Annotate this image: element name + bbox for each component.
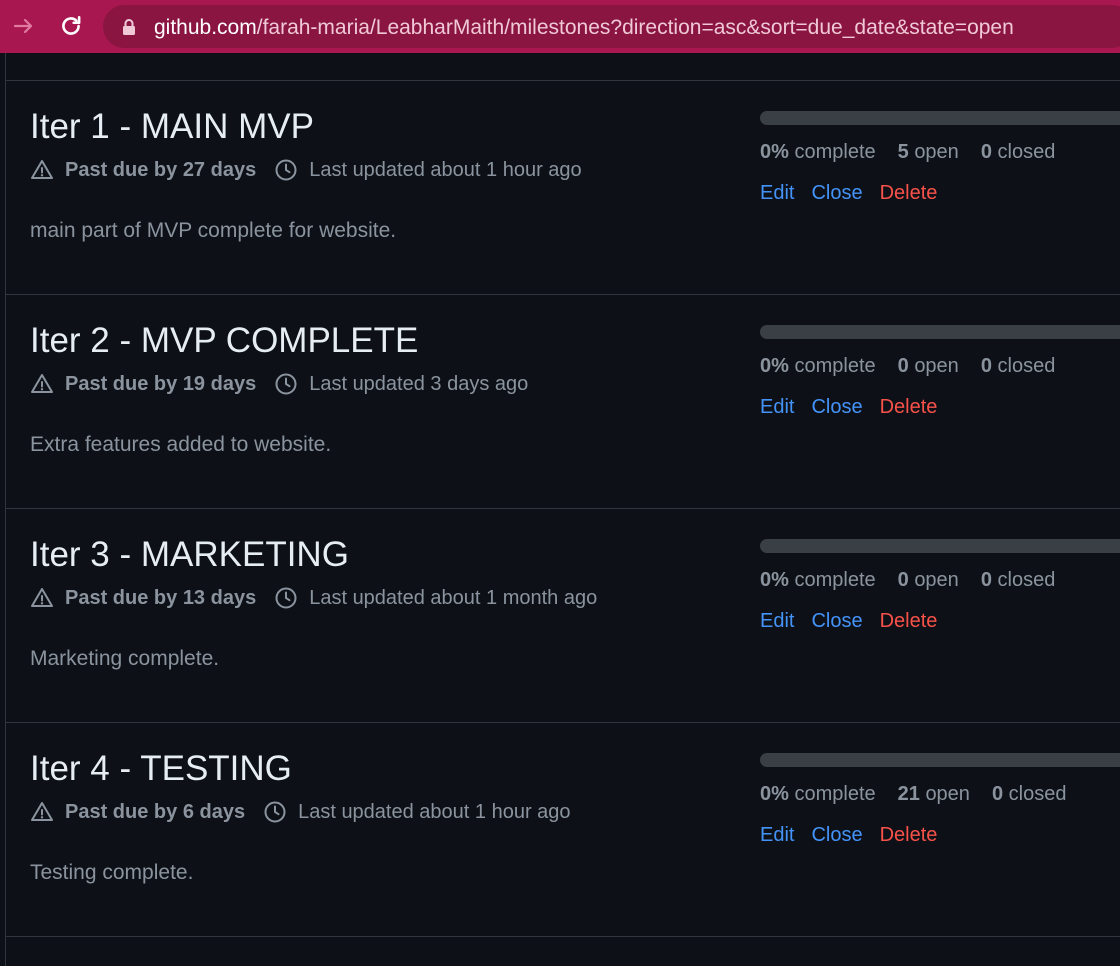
milestone-actions: Edit Close Delete	[760, 608, 954, 634]
open-count[interactable]: 5 open	[898, 141, 959, 164]
delete-link[interactable]: Delete	[880, 396, 938, 419]
close-link[interactable]: Close	[811, 396, 862, 419]
clock-icon	[263, 800, 287, 824]
percent-complete: 0% complete	[760, 568, 876, 591]
alert-triangle-icon	[30, 586, 54, 610]
milestone-description: main part of MVP complete for website.	[30, 219, 397, 242]
reload-icon[interactable]	[53, 8, 89, 44]
milestone-stats: 0% complete 0 open 0 closed	[760, 567, 1077, 593]
past-due-text: Past due by 6 days	[65, 800, 246, 823]
forward-arrow-icon[interactable]	[6, 8, 42, 44]
edit-link[interactable]: Edit	[760, 610, 794, 633]
past-due-text: Past due by 13 days	[65, 586, 257, 609]
progress-bar	[760, 753, 1120, 767]
milestone-item: Iter 3 - MARKETING Past due by 13 days L…	[6, 509, 1120, 723]
last-updated-text: Last updated about 1 month ago	[309, 586, 598, 609]
last-updated-text: Last updated 3 days ago	[309, 372, 529, 395]
alert-triangle-icon	[30, 158, 54, 182]
lock-icon[interactable]	[121, 18, 137, 41]
milestone-meta: Past due by 6 days Last updated about 1 …	[30, 799, 571, 825]
url-host: github.com	[154, 16, 257, 39]
alert-triangle-icon	[30, 372, 54, 396]
close-link[interactable]: Close	[811, 182, 862, 205]
milestone-stats: 0% complete 0 open 0 closed	[760, 353, 1077, 379]
progress-bar	[760, 539, 1120, 553]
open-count[interactable]: 0 open	[898, 355, 959, 378]
milestone-actions: Edit Close Delete	[760, 180, 954, 206]
edit-link[interactable]: Edit	[760, 824, 794, 847]
last-updated-text: Last updated about 1 hour ago	[309, 158, 582, 181]
milestone-title[interactable]: Iter 1 - MAIN MVP	[30, 107, 314, 147]
milestone-title[interactable]: Iter 2 - MVP COMPLETE	[30, 321, 418, 361]
close-link[interactable]: Close	[811, 610, 862, 633]
delete-link[interactable]: Delete	[880, 182, 938, 205]
closed-count[interactable]: 0 closed	[992, 783, 1067, 806]
milestone-meta: Past due by 19 days Last updated 3 days …	[30, 371, 528, 397]
url-text: github.com/farah-maria/LeabharMaith/mile…	[154, 16, 1014, 40]
milestone-title[interactable]: Iter 4 - TESTING	[30, 749, 292, 789]
percent-complete: 0% complete	[760, 354, 876, 377]
milestone-item: Iter 1 - MAIN MVP Past due by 27 days La…	[6, 81, 1120, 295]
url-path: /farah-maria/LeabharMaith/milestones?dir…	[256, 16, 1014, 39]
milestone-description: Testing complete.	[30, 861, 194, 884]
milestone-title[interactable]: Iter 3 - MARKETING	[30, 535, 349, 575]
clock-icon	[274, 158, 298, 182]
milestone-actions: Edit Close Delete	[760, 394, 954, 420]
closed-count[interactable]: 0 closed	[981, 141, 1056, 164]
browser-toolbar: github.com/farah-maria/LeabharMaith/mile…	[0, 0, 1120, 53]
past-due-text: Past due by 27 days	[65, 158, 257, 181]
milestone-meta: Past due by 27 days Last updated about 1…	[30, 157, 582, 183]
delete-link[interactable]: Delete	[880, 824, 938, 847]
progress-bar	[760, 111, 1120, 125]
open-count[interactable]: 0 open	[898, 569, 959, 592]
milestone-item: Iter 4 - TESTING Past due by 6 days Last…	[6, 723, 1120, 937]
last-updated-text: Last updated about 1 hour ago	[298, 800, 571, 823]
percent-complete: 0% complete	[760, 140, 876, 163]
closed-count[interactable]: 0 closed	[981, 355, 1056, 378]
progress-bar	[760, 325, 1120, 339]
edit-link[interactable]: Edit	[760, 396, 794, 419]
clock-icon	[274, 586, 298, 610]
milestone-meta: Past due by 13 days Last updated about 1…	[30, 585, 597, 611]
past-due-text: Past due by 19 days	[65, 372, 257, 395]
alert-triangle-icon	[30, 800, 54, 824]
close-link[interactable]: Close	[811, 824, 862, 847]
milestone-description: Extra features added to website.	[30, 433, 332, 456]
open-count[interactable]: 21 open	[898, 783, 970, 806]
percent-complete: 0% complete	[760, 782, 876, 805]
milestone-stats: 0% complete 21 open 0 closed	[760, 781, 1088, 807]
milestone-item: Iter 2 - MVP COMPLETE Past due by 19 day…	[6, 295, 1120, 509]
milestones-page: Iter 1 - MAIN MVP Past due by 27 days La…	[0, 53, 1120, 966]
milestone-description: Marketing complete.	[30, 647, 220, 670]
closed-count[interactable]: 0 closed	[981, 569, 1056, 592]
edit-link[interactable]: Edit	[760, 182, 794, 205]
address-bar[interactable]: github.com/farah-maria/LeabharMaith/mile…	[103, 5, 1120, 48]
list-header	[6, 53, 1120, 81]
delete-link[interactable]: Delete	[880, 610, 938, 633]
milestone-stats: 0% complete 5 open 0 closed	[760, 139, 1077, 165]
clock-icon	[274, 372, 298, 396]
milestone-actions: Edit Close Delete	[760, 822, 954, 848]
